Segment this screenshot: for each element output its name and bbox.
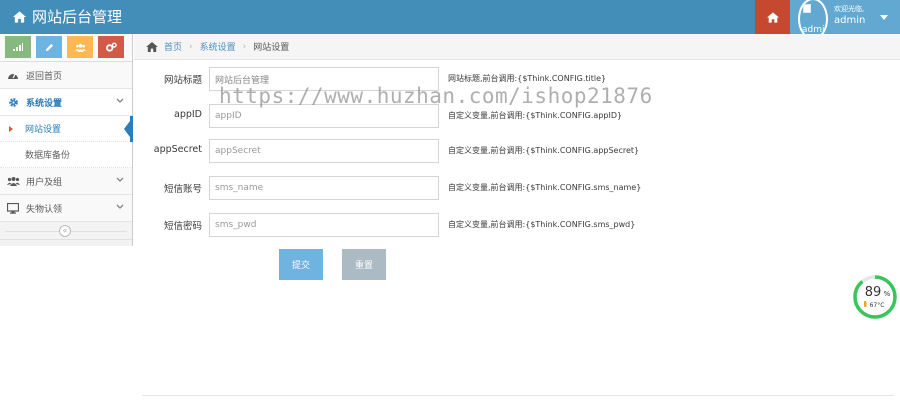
sidebar-shortcuts xyxy=(0,34,132,62)
top-navbar: 网站后台管理 admin 欢迎光临, admin xyxy=(0,0,900,40)
breadcrumb-home-link[interactable]: 首页 xyxy=(164,40,182,53)
sidebar-subitem-db-backup[interactable]: 数据库备份 xyxy=(0,142,132,168)
home-button[interactable] xyxy=(755,0,790,34)
broken-image-icon xyxy=(803,4,811,13)
sidebar: 返回首页 系统设置 网站设置 数据库备份 用户及组 失物认领 « xyxy=(0,34,133,246)
footer-divider xyxy=(142,395,894,396)
field-label: appSecret xyxy=(153,144,202,155)
signal-icon xyxy=(13,43,23,51)
desktop-icon xyxy=(7,202,19,214)
form-row-appsecret: appSecret 自定义变量,前台调用:{$Think.CONFIG.appS… xyxy=(140,139,760,163)
field-label: 短信密码 xyxy=(163,221,202,232)
active-indicator xyxy=(130,116,133,142)
submit-button[interactable]: 提交 xyxy=(279,249,323,280)
brand[interactable]: 网站后台管理 xyxy=(13,7,122,27)
breadcrumb-section-link[interactable]: 系统设置 xyxy=(200,40,236,53)
sidebar-item-label: 失物认领 xyxy=(26,204,63,215)
breadcrumb-separator: › xyxy=(242,41,247,52)
chevron-down-icon xyxy=(116,204,124,209)
field-label: appID xyxy=(174,109,202,120)
tachometer-icon xyxy=(8,73,18,79)
gear-icon xyxy=(8,97,18,107)
sidebar-subitem-site-settings[interactable]: 网站设置 xyxy=(0,116,133,142)
sidebar-subitem-label: 数据库备份 xyxy=(25,151,71,161)
chevron-down-icon xyxy=(116,177,124,182)
group-icon xyxy=(74,43,86,52)
home-icon xyxy=(766,11,779,23)
user-menu[interactable]: admin 欢迎光临, admin xyxy=(790,0,900,40)
sidebar-item-label: 用户及组 xyxy=(26,177,63,188)
pencil-icon xyxy=(45,43,53,51)
chevron-down-icon xyxy=(116,98,124,103)
gauge-value: 89 xyxy=(865,285,882,300)
home-icon xyxy=(13,11,26,23)
gauge-temperature: 67°C xyxy=(870,302,885,309)
home-icon xyxy=(146,41,158,52)
field-label: 短信账号 xyxy=(163,184,202,195)
form-row-sms-name: 短信账号 自定义变量,前台调用:{$Think.CONFIG.sms_name} xyxy=(140,176,760,200)
caret-down-icon xyxy=(880,15,888,20)
field-help: 自定义变量,前台调用:{$Think.CONFIG.appSecret} xyxy=(448,146,640,155)
welcome-text: 欢迎光临, xyxy=(834,5,865,13)
active-arrow xyxy=(124,121,130,137)
shortcut-users-button[interactable] xyxy=(67,36,93,58)
field-help: 网站标题,前台调用:{$Think.CONFIG.title} xyxy=(448,74,607,83)
field-label: 网站标题 xyxy=(163,75,202,86)
breadcrumb-current: 网站设置 xyxy=(253,43,290,53)
form-row-sms-pwd: 短信密码 自定义变量,前台调用:{$Think.CONFIG.sms_pwd} xyxy=(140,213,760,237)
shortcut-settings-button[interactable] xyxy=(98,36,124,58)
sidebar-item-home[interactable]: 返回首页 xyxy=(0,62,132,89)
field-help: 自定义变量,前台调用:{$Think.CONFIG.sms_pwd} xyxy=(448,220,636,229)
app-title: 网站后台管理 xyxy=(32,8,123,26)
sidebar-item-system-settings[interactable]: 系统设置 xyxy=(0,89,132,116)
shortcut-stats-button[interactable] xyxy=(5,36,31,58)
gauge-percent-sign: % xyxy=(884,290,891,298)
sms-pwd-input[interactable] xyxy=(209,213,439,237)
reset-button[interactable]: 重置 xyxy=(342,249,386,280)
sidebar-item-label: 系统设置 xyxy=(26,98,63,109)
sidebar-item-lost-found[interactable]: 失物认领 xyxy=(0,195,132,222)
sidebar-item-label: 返回首页 xyxy=(26,71,63,82)
breadcrumb-separator: › xyxy=(189,41,193,52)
sidebar-collapse-bar: « xyxy=(0,222,132,240)
double-chevron-left-icon[interactable]: « xyxy=(59,225,71,237)
thermometer-icon xyxy=(864,301,867,307)
username: admin xyxy=(834,15,866,26)
appsecret-input[interactable] xyxy=(209,139,439,163)
users-icon xyxy=(6,177,20,186)
sms-name-input[interactable] xyxy=(209,176,439,200)
breadcrumb: 首页 › 系统设置 › 网站设置 xyxy=(134,34,900,60)
form-row-appid: appID 自定义变量,前台调用:{$Think.CONFIG.appID} xyxy=(140,104,760,128)
sidebar-item-users[interactable]: 用户及组 xyxy=(0,168,132,195)
field-help: 自定义变量,前台调用:{$Think.CONFIG.sms_name} xyxy=(448,183,642,192)
appid-input[interactable] xyxy=(209,104,439,128)
cogs-icon xyxy=(105,42,117,52)
sidebar-subitem-label: 网站设置 xyxy=(25,125,62,135)
system-load-gauge[interactable]: 89 % 67°C xyxy=(852,274,898,320)
site-title-input[interactable] xyxy=(209,67,439,91)
form-row-site-title: 网站标题 网站标题,前台调用:{$Think.CONFIG.title} xyxy=(140,67,760,91)
shortcut-edit-button[interactable] xyxy=(36,36,62,58)
field-help: 自定义变量,前台调用:{$Think.CONFIG.appID} xyxy=(448,111,623,120)
